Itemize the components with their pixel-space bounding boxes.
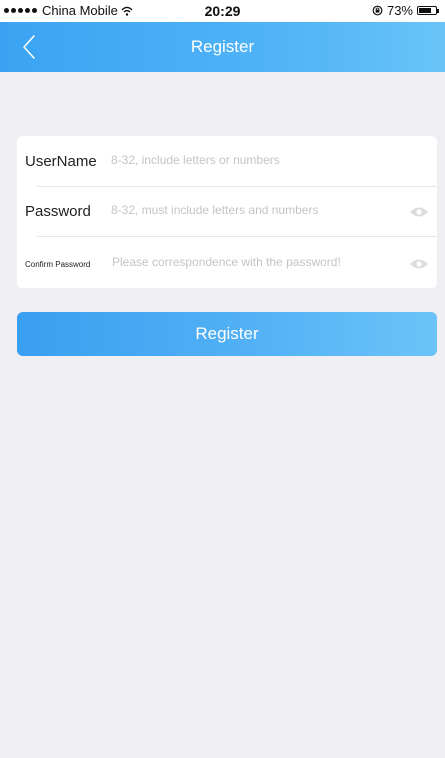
- navigation-bar: Register: [0, 22, 445, 72]
- username-input[interactable]: [111, 150, 421, 170]
- eye-icon[interactable]: [409, 258, 429, 270]
- register-button[interactable]: Register: [17, 312, 437, 356]
- battery-percent: 73%: [386, 3, 413, 18]
- username-row: UserName: [17, 136, 437, 186]
- page-title: Register: [190, 37, 255, 56]
- password-row: Password: [17, 186, 437, 236]
- battery-level: [419, 8, 431, 13]
- register-form: UserName Password Confirm Password: [17, 136, 437, 288]
- username-label: UserName: [25, 153, 97, 170]
- confirm-password-row: Confirm Password: [17, 236, 437, 288]
- eye-icon[interactable]: [409, 206, 429, 218]
- status-bar: China Mobile 20:29 73%: [0, 0, 445, 22]
- confirm-password-input[interactable]: [112, 252, 402, 272]
- battery-icon: [417, 6, 439, 15]
- password-label: Password: [25, 203, 91, 220]
- orientation-lock-icon: [372, 5, 383, 16]
- confirm-password-label: Confirm Password: [25, 260, 91, 269]
- password-input[interactable]: [111, 200, 401, 220]
- battery-group: 73%: [372, 3, 439, 18]
- header: China Mobile 20:29 73% Register: [0, 0, 445, 72]
